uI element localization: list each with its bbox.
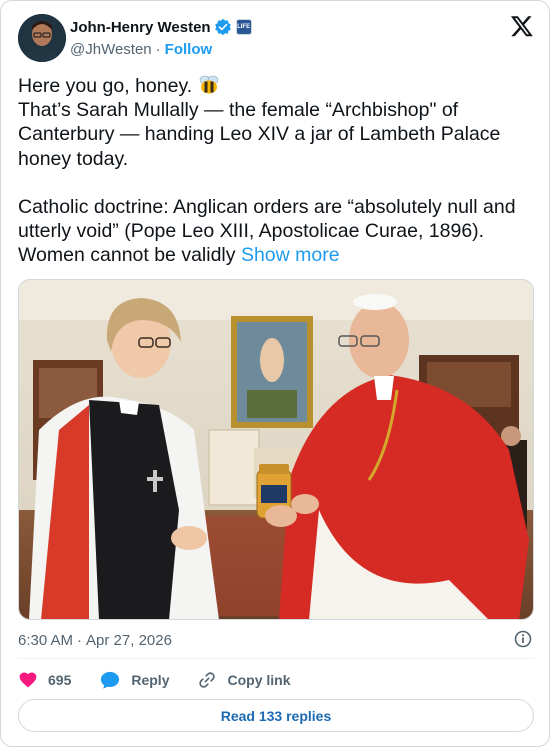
like-button[interactable]: 695 [18,670,71,690]
reply-button[interactable]: Reply [99,670,169,690]
author-name[interactable]: John-Henry Westen [70,19,211,36]
tweet-meta: 6:30 AM · Apr 27, 2026 [18,630,534,650]
tweet-line-1: Here you go, honey. [18,75,198,97]
read-replies-button[interactable]: Read 133 replies [18,699,534,732]
show-more-link[interactable]: Show more [241,244,340,266]
tweet-line-2: That’s Sarah Mullally — the female “Arch… [18,99,506,170]
follow-button[interactable]: Follow [165,41,213,58]
copy-link-button[interactable]: Copy link [197,670,291,690]
handle-row: @JhWesten · Follow [70,41,212,58]
tweet-header: John-Henry Westen LIFE @JhWesten · Follo… [18,14,534,64]
x-logo-icon[interactable] [510,14,534,38]
tweet-text: Here you go, honey. That’s Sarah Mullall… [18,74,534,268]
name-row: John-Henry Westen LIFE [70,17,252,37]
tweet-date[interactable]: Apr 27, 2026 [86,632,172,649]
tweet-card: John-Henry Westen LIFE @JhWesten · Follo… [0,0,550,747]
affiliate-badge[interactable]: LIFE [235,19,252,35]
copy-link-label: Copy link [227,672,291,688]
like-count: 695 [48,672,72,688]
reply-label: Reply [131,672,170,688]
action-bar: 695 Reply Copy link [18,669,319,691]
tweet-photo[interactable] [18,279,534,620]
avatar[interactable] [18,14,66,62]
handle-separator: · [155,41,161,58]
heart-icon [19,672,37,688]
reply-bubble-icon [101,671,120,689]
tweet-time[interactable]: 6:30 AM [18,632,73,649]
divider [18,658,534,659]
info-icon[interactable] [514,630,532,648]
meta-separator: · [77,631,83,649]
verified-badge-icon [214,18,232,36]
link-icon [199,672,216,688]
bee-emoji-icon [198,75,220,95]
author-handle[interactable]: @JhWesten [70,41,152,58]
